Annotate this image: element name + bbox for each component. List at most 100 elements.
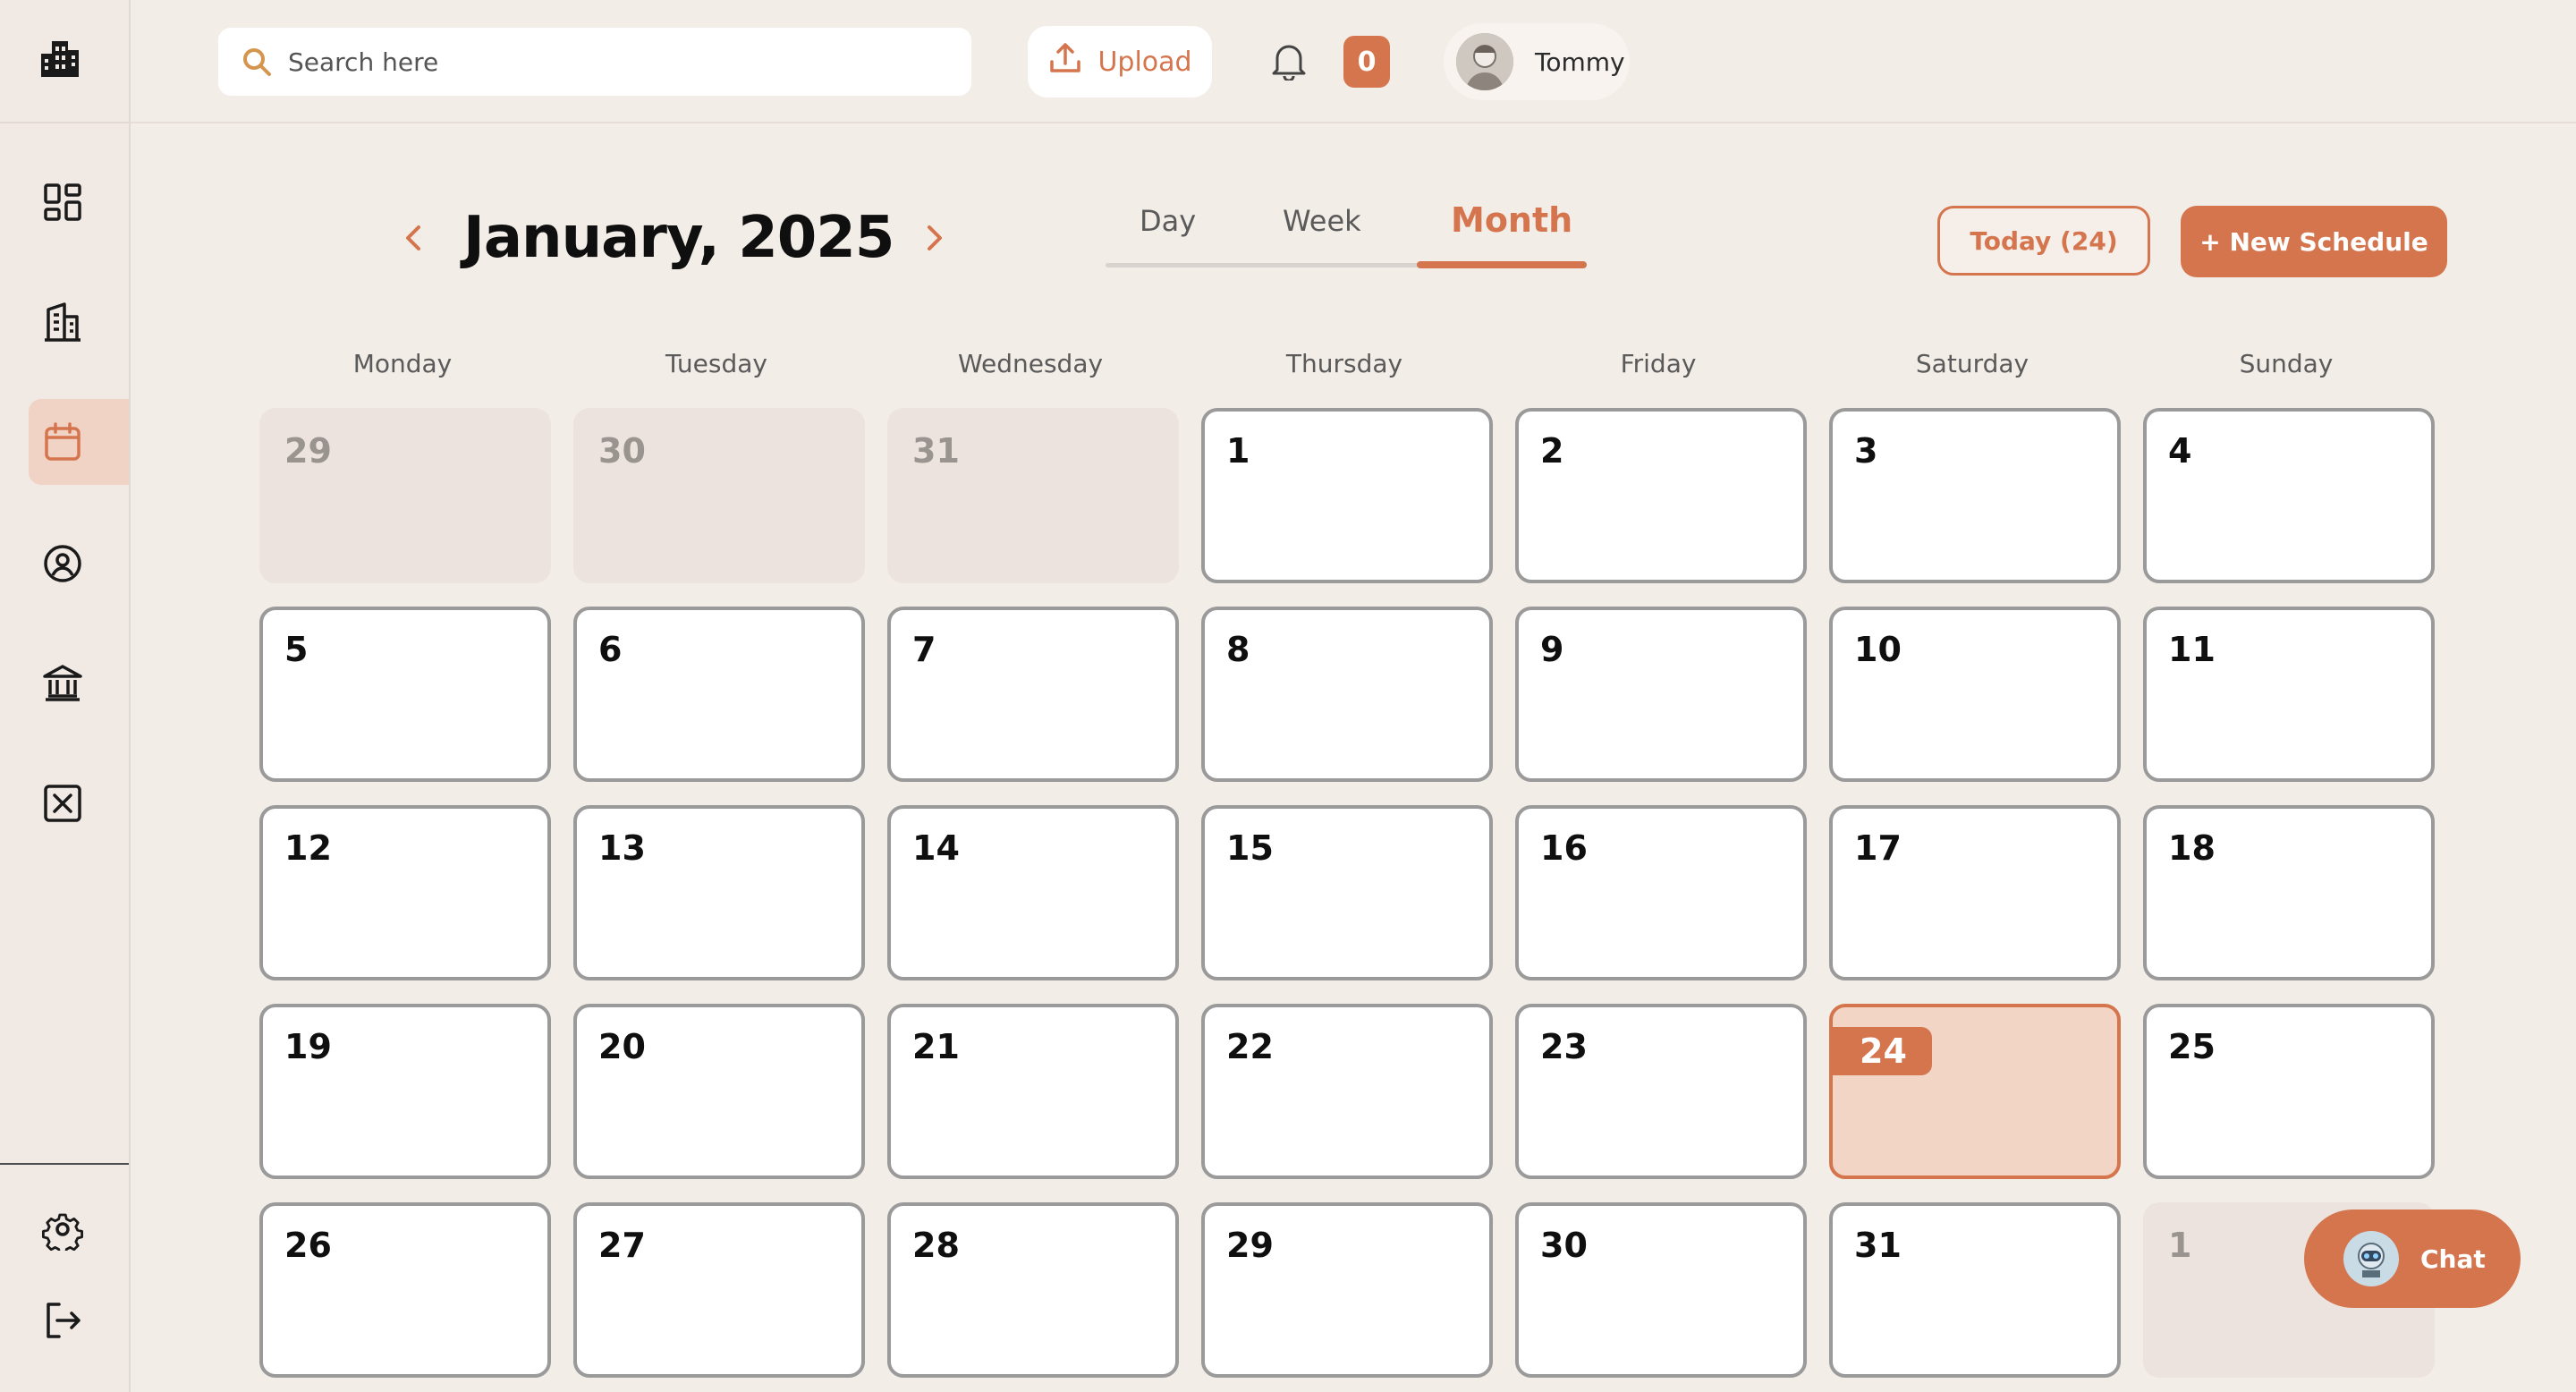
calendar-day-cell[interactable]: 16 (1515, 805, 1807, 980)
day-number: 6 (598, 630, 623, 669)
sidebar-item-logout[interactable] (29, 1277, 129, 1363)
calendar-day-cell[interactable]: 14 (887, 805, 1179, 980)
day-number: 30 (598, 431, 646, 471)
calendar-day-cell[interactable]: 12 (259, 805, 551, 980)
calendar-day-cell[interactable]: 30 (1515, 1202, 1807, 1378)
calendar-day-cell[interactable]: 30 (573, 408, 865, 583)
tabs-active-indicator (1417, 261, 1587, 268)
weekday-header-tuesday: Tuesday (665, 349, 767, 378)
sidebar-item-buildings[interactable] (29, 279, 129, 365)
day-number: 15 (1226, 828, 1274, 868)
sidebar-divider-bottom (0, 1163, 129, 1165)
day-number: 7 (912, 630, 936, 669)
calendar-day-cell[interactable]: 31 (1829, 1202, 2121, 1378)
calendar-day-cell[interactable]: 9 (1515, 607, 1807, 782)
calendar-day-cell[interactable]: 29 (259, 408, 551, 583)
view-tabs: Day Week Month (1106, 195, 1587, 274)
search-input[interactable] (286, 46, 916, 78)
calendar-day-cell[interactable]: 21 (887, 1004, 1179, 1179)
user-circle-icon (41, 542, 84, 585)
day-number: 12 (284, 828, 332, 868)
day-number: 28 (912, 1226, 960, 1265)
calendar-day-cell[interactable]: 3 (1829, 408, 2121, 583)
upload-button[interactable]: Upload (1028, 26, 1212, 98)
user-menu[interactable]: Tommy (1444, 23, 1630, 100)
avatar (1456, 33, 1513, 90)
calendar-day-cell[interactable]: 31 (887, 408, 1179, 583)
notification-count-badge[interactable]: 0 (1343, 36, 1390, 88)
building-icon[interactable] (38, 36, 82, 81)
weekday-header-sunday: Sunday (2239, 349, 2334, 378)
calendar-day-cell[interactable]: 5 (259, 607, 551, 782)
calendar-day-cell[interactable]: 15 (1201, 805, 1493, 980)
calendar-day-cell-today[interactable]: 24 (1829, 1004, 2121, 1179)
calendar-day-cell[interactable]: 18 (2143, 805, 2435, 980)
bell-icon[interactable] (1270, 41, 1308, 82)
day-number: 27 (598, 1226, 646, 1265)
calendar-day-cell[interactable]: 29 (1201, 1202, 1493, 1378)
sidebar-item-calendar[interactable] (29, 399, 129, 485)
day-number: 21 (912, 1027, 960, 1066)
office-building-icon (41, 301, 84, 344)
day-number: 18 (2168, 828, 2216, 868)
calendar-day-cell[interactable]: 7 (887, 607, 1179, 782)
calendar-day-cell[interactable]: 10 (1829, 607, 2121, 782)
day-number: 23 (1540, 1027, 1588, 1066)
day-number: 29 (1226, 1226, 1274, 1265)
calendar-day-cell[interactable]: 27 (573, 1202, 865, 1378)
tab-day[interactable]: Day (1140, 204, 1196, 238)
chevron-left-icon[interactable] (399, 220, 429, 256)
calendar-day-cell[interactable]: 19 (259, 1004, 551, 1179)
chat-button[interactable]: Chat (2304, 1210, 2521, 1308)
calendar-day-cell[interactable]: 22 (1201, 1004, 1493, 1179)
day-number: 4 (2168, 431, 2192, 471)
tab-week[interactable]: Week (1283, 204, 1361, 238)
chat-label: Chat (2420, 1243, 2486, 1274)
sidebar-item-bank[interactable] (29, 641, 129, 726)
sidebar (0, 0, 131, 1392)
tab-month[interactable]: Month (1451, 200, 1572, 240)
day-number: 2 (1540, 431, 1564, 471)
calendar-day-cell[interactable]: 6 (573, 607, 865, 782)
calendar-day-cell[interactable]: 13 (573, 805, 865, 980)
day-number: 3 (1854, 431, 1878, 471)
x-square-icon (41, 782, 84, 825)
calendar-day-cell[interactable]: 1 (1201, 408, 1493, 583)
calendar-day-cell[interactable]: 28 (887, 1202, 1179, 1378)
day-number: 24 (1833, 1027, 1932, 1075)
calendar-day-cell[interactable]: 11 (2143, 607, 2435, 782)
calendar-day-cell[interactable]: 4 (2143, 408, 2435, 583)
new-schedule-button[interactable]: + New Schedule (2181, 206, 2447, 277)
day-number: 10 (1854, 630, 1902, 669)
sidebar-item-dashboard[interactable] (29, 159, 129, 245)
sidebar-item-close-box[interactable] (29, 760, 129, 846)
month-title: January, 2025 (463, 205, 894, 271)
chevron-right-icon[interactable] (919, 220, 949, 256)
upload-icon (1047, 40, 1083, 83)
search-icon (240, 45, 274, 79)
sidebar-item-settings[interactable] (29, 1186, 129, 1272)
sidebar-divider-top (0, 122, 129, 123)
day-number: 9 (1540, 630, 1564, 669)
weekday-header-friday: Friday (1620, 349, 1697, 378)
logout-icon (41, 1299, 84, 1342)
calendar-day-cell[interactable]: 25 (2143, 1004, 2435, 1179)
day-number: 8 (1226, 630, 1250, 669)
calendar-day-cell[interactable]: 17 (1829, 805, 2121, 980)
sidebar-item-profile[interactable] (29, 521, 129, 607)
calendar-day-cell[interactable]: 8 (1201, 607, 1493, 782)
dashboard-grid-icon (41, 181, 84, 224)
calendar-day-cell[interactable]: 23 (1515, 1004, 1807, 1179)
calendar-day-cell[interactable]: 26 (259, 1202, 551, 1378)
upload-label: Upload (1097, 46, 1192, 78)
search-bar[interactable] (218, 28, 971, 96)
gear-icon (41, 1208, 84, 1255)
robot-icon (2343, 1231, 2399, 1286)
weekday-header-wednesday: Wednesday (957, 349, 1104, 378)
top-bar: Upload 0 Tommy (131, 0, 2576, 123)
calendar-day-cell[interactable]: 20 (573, 1004, 865, 1179)
day-number: 5 (284, 630, 309, 669)
calendar-day-cell[interactable]: 2 (1515, 408, 1807, 583)
day-number: 19 (284, 1027, 332, 1066)
today-button[interactable]: Today (24) (1937, 206, 2150, 276)
